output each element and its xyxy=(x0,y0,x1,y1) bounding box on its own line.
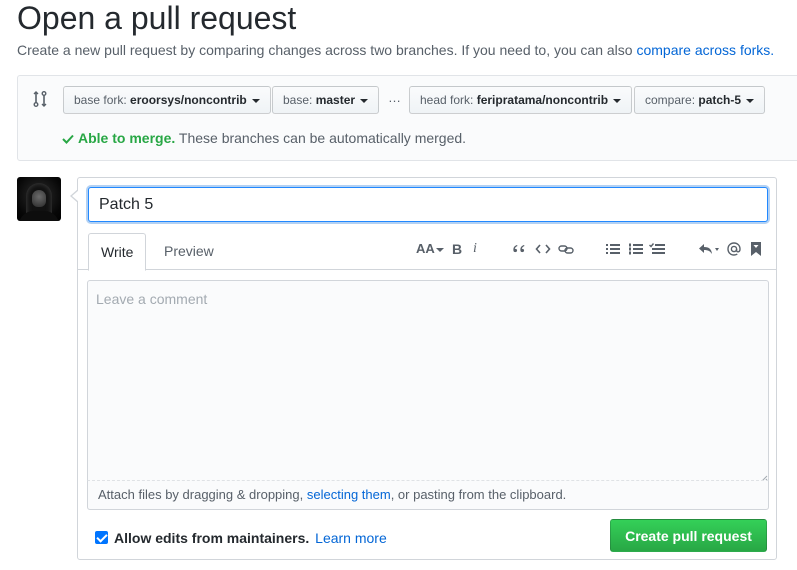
compare-branch-value: patch-5 xyxy=(698,93,742,107)
caret-down-icon xyxy=(435,247,444,252)
compare-branch-select[interactable]: compare: patch-5 xyxy=(634,86,766,114)
base-branch-select[interactable]: base: master xyxy=(272,86,380,114)
link-button[interactable] xyxy=(558,240,574,258)
tab-write[interactable]: Write xyxy=(88,233,147,271)
merge-status-text: These branches can be automatically merg… xyxy=(178,130,467,146)
unordered-list-button[interactable] xyxy=(606,240,620,258)
resize-grip-icon[interactable] xyxy=(760,470,768,483)
task-list-icon xyxy=(649,243,665,254)
pull-request-form: Write Preview AA B i xyxy=(70,177,777,560)
caret-down-icon xyxy=(613,98,622,103)
bookmark-icon xyxy=(751,242,761,256)
compare-branch-label: compare: xyxy=(645,93,696,107)
head-fork-label: head fork: xyxy=(420,93,474,107)
merge-status-strong: Able to merge. xyxy=(78,130,176,146)
header-text-icon: AA xyxy=(416,241,435,256)
italic-icon: i xyxy=(473,241,477,256)
code-icon xyxy=(535,244,551,254)
compare-across-forks-link[interactable]: compare across forks. xyxy=(636,42,774,58)
allow-edits-checkbox[interactable] xyxy=(95,531,108,544)
quote-icon xyxy=(513,245,525,253)
check-icon xyxy=(62,128,74,148)
reply-icon xyxy=(699,244,719,254)
create-pull-request-button[interactable]: Create pull request xyxy=(610,519,767,552)
avatar xyxy=(17,177,61,221)
range-separator: … xyxy=(388,90,402,105)
caret-down-icon xyxy=(746,98,755,103)
reply-button[interactable] xyxy=(698,240,722,258)
tab-preview[interactable]: Preview xyxy=(152,233,226,270)
bold-button[interactable]: B xyxy=(452,240,462,258)
attach-files-bar[interactable]: Attach files by dragging & dropping, sel… xyxy=(87,480,769,510)
git-compare-icon xyxy=(32,90,48,108)
base-fork-label: base fork: xyxy=(74,93,127,107)
pr-title-input[interactable] xyxy=(88,187,768,222)
base-branch-value: master xyxy=(315,93,356,107)
page-title: Open a pull request xyxy=(17,0,297,36)
learn-more-link[interactable]: Learn more xyxy=(315,530,387,546)
base-branch-label: base: xyxy=(283,93,313,107)
ordered-list-icon xyxy=(629,243,643,255)
header-text-button[interactable]: AA xyxy=(416,240,444,258)
compare-range-box: base fork: eroorsys/noncontrib base: mas… xyxy=(17,75,797,161)
select-files-link[interactable]: selecting them xyxy=(307,487,391,502)
code-button[interactable] xyxy=(535,240,551,258)
italic-button[interactable]: i xyxy=(473,240,477,258)
head-fork-select[interactable]: head fork: feripratama/noncontrib xyxy=(409,86,633,114)
base-fork-value: eroorsys/noncontrib xyxy=(130,93,247,107)
base-fork-select[interactable]: base fork: eroorsys/noncontrib xyxy=(63,86,271,114)
head-fork-value: feripratama/noncontrib xyxy=(476,93,609,107)
attach-text-1: Attach files by dragging & dropping, xyxy=(98,487,304,502)
quote-button[interactable] xyxy=(512,240,526,258)
allow-edits-option: Allow edits from maintainers. Learn more xyxy=(95,528,387,548)
mention-button[interactable] xyxy=(726,240,742,258)
saved-replies-button[interactable] xyxy=(750,240,762,258)
merge-status: Able to merge. These branches can be aut… xyxy=(62,128,466,148)
allow-edits-label: Allow edits from maintainers. xyxy=(114,530,310,546)
ordered-list-button[interactable] xyxy=(629,240,643,258)
unordered-list-icon xyxy=(606,244,620,254)
page-subtitle: Create a new pull request by comparing c… xyxy=(17,40,774,60)
subtitle-text: Create a new pull request by comparing c… xyxy=(17,42,633,58)
mention-icon xyxy=(727,242,741,256)
link-icon xyxy=(558,245,574,254)
bold-icon: B xyxy=(452,241,463,257)
comment-textarea[interactable] xyxy=(87,280,769,507)
caret-down-icon xyxy=(251,98,260,103)
caret-down-icon xyxy=(360,98,369,103)
task-list-button[interactable] xyxy=(649,240,665,258)
attach-text-2: , or pasting from the clipboard. xyxy=(390,487,567,502)
